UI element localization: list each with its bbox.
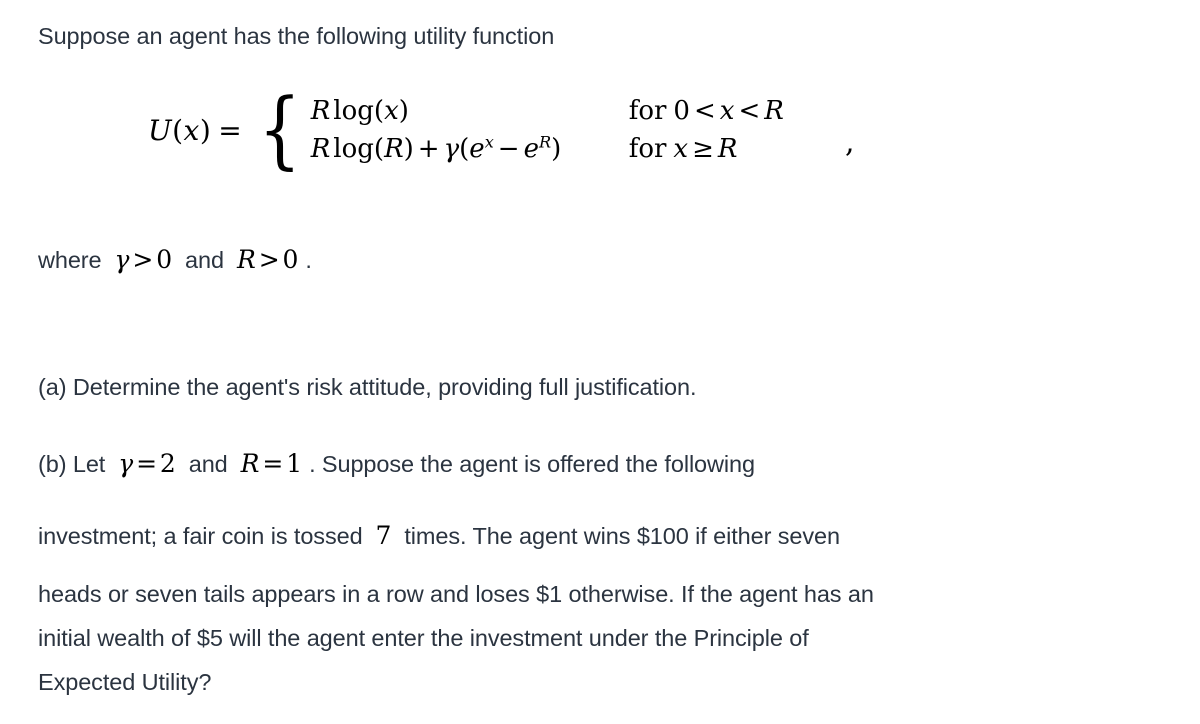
part-b-line-4: initial wealth of $5 will the agent ente… [38,625,809,651]
gamma-bound: 0 [156,245,173,274]
part-b-line-1: (b) Let γ = 2 and R = 1. Suppose the agent is o… [38,449,755,480]
case-1-lower-bound: 0 [673,96,690,126]
case-2-e-second-exponent: R [538,132,552,152]
case-2-R: R [310,134,331,164]
case-2-minus: − [497,134,520,164]
equation-trailing-comma: , [845,125,855,160]
R-relation: > [258,245,280,274]
where-label: where [38,247,102,273]
gamma-value: 2 [159,449,176,478]
toss-count: 7 [376,521,392,550]
question-page: Suppose an agent has the following utili… [0,0,1200,724]
case-1-lt-2: < [738,96,761,126]
lhs-argument: x [183,113,200,147]
part-b-line-2-suffix: times. The agent wins $100 if either sev… [404,523,840,549]
gamma-symbol-b: γ [118,449,134,478]
gamma-assignment: γ = 2 [118,449,176,478]
R-symbol: R [236,245,256,274]
case-1-log: log [333,96,374,126]
gamma-condition: γ >0 [115,245,173,274]
part-b-line-2: investment; a fair coin is tossed 7 times.… [38,521,840,552]
case-2-condition: for x ≥ R [629,134,738,164]
part-a-question: (a) Determine the agent's risk attitude,… [38,374,697,400]
case-2-e-second: e [523,134,539,164]
gamma-equals: = [136,449,157,478]
part-b-line-1-suffix: . Suppose the agent is offered the follo… [309,451,755,477]
case-2-group-close: ) [551,134,562,164]
case-2-relation: ≥ [692,134,714,164]
case-2-close-paren: ) [403,134,414,164]
case-2-plus: + [417,134,440,164]
equation-left-hand-side: U(x) = [148,114,251,147]
case-1-close-paren: ) [398,96,409,126]
gamma-relation: > [132,245,154,274]
case-1-for: for [628,96,667,126]
equals-sign: = [218,113,243,147]
case-1-upper-bound: R [764,96,784,126]
case-1-lt-1: < [693,96,716,126]
part-b-prefix: (b) Let [38,451,106,477]
case-2-expression: Rlog(R) + γ(ex − eR) [311,134,629,164]
and-label: and [185,247,224,273]
part-b-line-5: Expected Utility? [38,669,212,695]
case-1-condition: for 0 < x < R [629,96,784,126]
utility-function-equation: U(x) = { Rlog(x) for 0 < x < R Rlog(R) + γ(ex − eR… [148,80,784,179]
case-1-R: R [310,96,331,126]
R-bound: 0 [282,245,299,274]
gamma-symbol: γ [114,245,130,274]
part-b-line-3: heads or seven tails appears in a row an… [38,581,874,607]
part-b-and: and [188,451,228,477]
R-value: 1 [286,449,303,478]
R-condition: R >0 [236,245,299,274]
parameter-conditions-line: where γ >0 and R >0. [38,245,312,276]
case-1-variable: x [719,96,735,126]
cases-block: Rlog(x) for 0 < x < R Rlog(R) + γ(ex − eR) for x ≥ R [311,96,784,164]
R-assignment: R = 1 [240,449,303,478]
where-period: . [305,247,312,273]
case-2-group-open: ( [459,134,470,164]
case-1-open-paren: ( [373,96,385,126]
R-equals: = [262,449,284,478]
cases-brace: { [258,80,302,179]
case-2-gamma: γ [443,134,460,164]
case-1-expression: Rlog(x) [311,96,629,126]
case-2-variable: x [673,134,689,164]
case-2-e-first: e [469,134,485,164]
case-2-log-arg: R [384,134,404,164]
toss-count-value: 7 [375,521,392,550]
case-1-arg: x [384,96,399,126]
case-row: Rlog(R) + γ(ex − eR) for x ≥ R [311,134,784,164]
intro-sentence: Suppose an agent has the following utili… [38,23,555,49]
case-2-e-first-exponent: x [484,132,494,152]
lhs-open-paren: ( [172,113,184,147]
case-2-for: for [628,134,667,164]
function-name: U [148,113,173,147]
part-b-line-2-prefix: investment; a fair coin is tossed [38,523,363,549]
case-row: Rlog(x) for 0 < x < R [311,96,784,126]
case-2-threshold: R [717,134,738,164]
R-symbol-b: R [240,449,260,478]
lhs-close-paren: ) [199,113,212,147]
case-2-log: log [333,134,374,164]
case-2-open-paren: ( [373,134,385,164]
